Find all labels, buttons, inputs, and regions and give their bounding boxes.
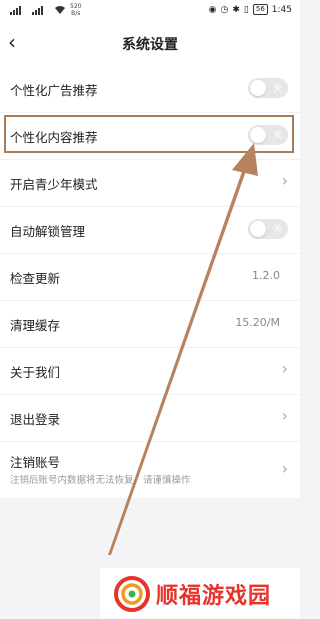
vibrate-icon: ▯ bbox=[243, 4, 249, 15]
setting-about-us[interactable]: 关于我们 › bbox=[0, 348, 300, 395]
clock: 1:45 bbox=[271, 4, 292, 15]
watermark-text: 顺福游戏园 bbox=[156, 583, 272, 609]
annotation-highlight-box bbox=[4, 115, 294, 153]
bluetooth-icon: ✱ bbox=[232, 4, 240, 15]
page-title: 系统设置 bbox=[122, 37, 178, 53]
toggle-text: 关 bbox=[272, 225, 282, 235]
net-speed: 520 B/s bbox=[70, 3, 82, 17]
setting-check-update[interactable]: 检查更新 1.2.0 bbox=[0, 254, 300, 301]
setting-delete-account[interactable]: 注销账号 注销后账号内数据将无法恢复，请谨慎操作 › bbox=[0, 442, 300, 499]
toggle-knob bbox=[250, 80, 266, 96]
chevron-right-icon: › bbox=[281, 359, 288, 378]
status-left: 520 B/s bbox=[10, 3, 81, 17]
setting-auto-unlock: 自动解锁管理 关 bbox=[0, 207, 300, 254]
setting-label: 关于我们 bbox=[10, 365, 61, 380]
header: ‹ 系统设置 bbox=[0, 22, 300, 66]
chevron-right-icon: › bbox=[281, 459, 288, 478]
setting-label: 清理缓存 bbox=[10, 318, 61, 333]
setting-label: 个性化广告推荐 bbox=[10, 83, 98, 98]
chevron-right-icon: › bbox=[281, 171, 288, 190]
setting-personalized-ads: 个性化广告推荐 关 bbox=[0, 66, 300, 113]
toggle-knob bbox=[250, 221, 266, 237]
setting-label: 注销账号 bbox=[10, 455, 61, 470]
wifi-icon bbox=[54, 5, 66, 15]
chevron-right-icon: › bbox=[281, 406, 288, 425]
toggle-text: 关 bbox=[272, 84, 282, 94]
toggle-personalized-ads[interactable]: 关 bbox=[248, 78, 288, 98]
version-value: 1.2.0 bbox=[252, 269, 280, 282]
status-bar: 520 B/s ◉ ◷ ✱ ▯ 56 1:45 bbox=[0, 0, 300, 22]
signal-icon bbox=[32, 5, 50, 15]
setting-youth-mode[interactable]: 开启青少年模式 › bbox=[0, 160, 300, 207]
setting-label: 自动解锁管理 bbox=[10, 224, 86, 239]
cache-size-value: 15.20/M bbox=[235, 316, 280, 329]
signal-icon bbox=[10, 5, 28, 15]
watermark-logo-icon bbox=[114, 575, 150, 612]
status-right: ◉ ◷ ✱ ▯ 56 1:45 bbox=[209, 4, 292, 15]
eye-icon: ◉ bbox=[208, 4, 217, 15]
setting-sublabel: 注销后账号内数据将无法恢复，请谨慎操作 bbox=[10, 475, 191, 486]
battery-indicator: 56 bbox=[252, 4, 268, 15]
setting-label: 检查更新 bbox=[10, 271, 61, 286]
watermark: 顺福游戏园 bbox=[100, 568, 300, 619]
toggle-auto-unlock[interactable]: 关 bbox=[248, 219, 288, 239]
setting-label: 退出登录 bbox=[10, 412, 61, 427]
setting-clear-cache[interactable]: 清理缓存 15.20/M bbox=[0, 301, 300, 348]
setting-logout[interactable]: 退出登录 › bbox=[0, 395, 300, 442]
setting-label: 开启青少年模式 bbox=[10, 177, 98, 192]
alarm-icon: ◷ bbox=[220, 4, 229, 15]
